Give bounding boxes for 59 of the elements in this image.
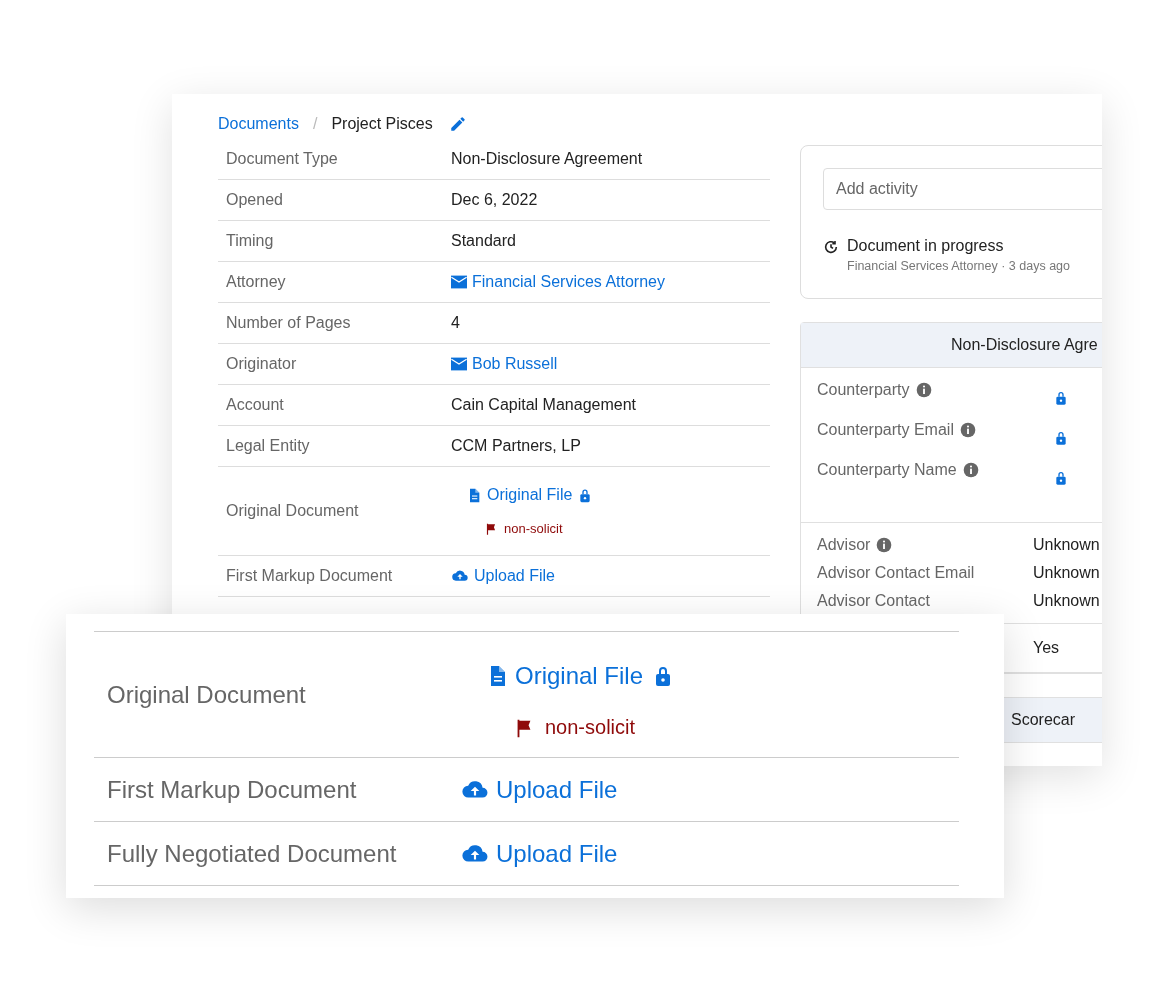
- detail-value: Cain Capital Management: [451, 396, 636, 414]
- detail-value: Non-Disclosure Agreement: [451, 150, 643, 168]
- detail-value: Standard: [451, 232, 516, 250]
- mail-icon: [451, 357, 467, 371]
- lock-icon: [1053, 470, 1069, 486]
- email-link[interactable]: Bob Russell: [451, 355, 558, 373]
- info-icon[interactable]: [876, 537, 893, 553]
- field-value: Unknown: [1033, 564, 1100, 582]
- detail-label: Originator: [225, 355, 298, 373]
- detail-label: Document Type: [225, 150, 339, 168]
- file-link[interactable]: Original File: [466, 486, 573, 504]
- cloud-upload-icon: [451, 568, 469, 584]
- email-link[interactable]: Financial Services Attorney: [451, 273, 665, 291]
- detail-label: Number of Pages: [225, 314, 352, 332]
- detail-label: Legal Entity: [225, 437, 311, 455]
- panel-title: Non-Disclosure Agre: [950, 336, 1098, 354]
- breadcrumb-link[interactable]: Documents: [218, 115, 299, 133]
- detail-label: First Markup Document: [225, 567, 394, 585]
- field-label: Advisor Contact: [817, 592, 930, 610]
- detail-label: Original Document: [225, 502, 360, 520]
- file-link[interactable]: Original File: [485, 662, 644, 690]
- flag-tag: non-solicit: [545, 716, 636, 739]
- mail-icon: [451, 275, 467, 289]
- field-value: Unknown: [1033, 592, 1100, 610]
- info-icon[interactable]: [962, 462, 979, 478]
- upload-link[interactable]: Upload File: [460, 839, 618, 868]
- detail-label: First Markup Document: [106, 775, 358, 804]
- lock-icon: [1053, 390, 1069, 406]
- detail-label: Attorney: [225, 273, 287, 291]
- info-icon[interactable]: [959, 422, 976, 438]
- detail-label: Account: [225, 396, 285, 414]
- upload-link[interactable]: Upload File: [451, 567, 555, 585]
- field-label: Counterparty Email: [817, 421, 954, 439]
- field-value: Yes: [1033, 639, 1060, 657]
- field-label: Counterparty: [817, 381, 910, 399]
- breadcrumb-separator: /: [312, 115, 318, 133]
- upload-link[interactable]: Upload File: [460, 775, 618, 804]
- detail-value: CCM Partners, LP: [451, 437, 581, 455]
- info-icon[interactable]: [915, 382, 932, 398]
- detail-value: Dec 6, 2022: [451, 191, 538, 209]
- flag-tag: non-solicit: [504, 521, 563, 536]
- activity-title: Document in progress: [847, 237, 1005, 255]
- breadcrumb-current: Project Pisces: [331, 115, 433, 133]
- detail-label: Opened: [225, 191, 284, 209]
- field-value: Unknown: [1033, 536, 1100, 554]
- activity-field[interactable]: Add activity: [823, 168, 1102, 210]
- detail-value: 4: [451, 314, 460, 332]
- detail-label: Timing: [225, 232, 275, 250]
- field-label: Counterparty Name: [817, 461, 957, 479]
- field-label: Advisor: [817, 536, 871, 554]
- field-label: Advisor Contact Email: [817, 564, 975, 582]
- history-icon: [823, 239, 839, 255]
- lock-icon: [1053, 430, 1069, 446]
- panel-title: Scorecar: [1010, 711, 1076, 729]
- activity-meta: Financial Services Attorney · 3 days ago: [847, 259, 1071, 273]
- flag-icon: [484, 521, 498, 536]
- detail-label: Fully Negotiated Document: [106, 839, 398, 868]
- edit-icon[interactable]: [448, 115, 467, 133]
- detail-label: Original Document: [106, 680, 307, 709]
